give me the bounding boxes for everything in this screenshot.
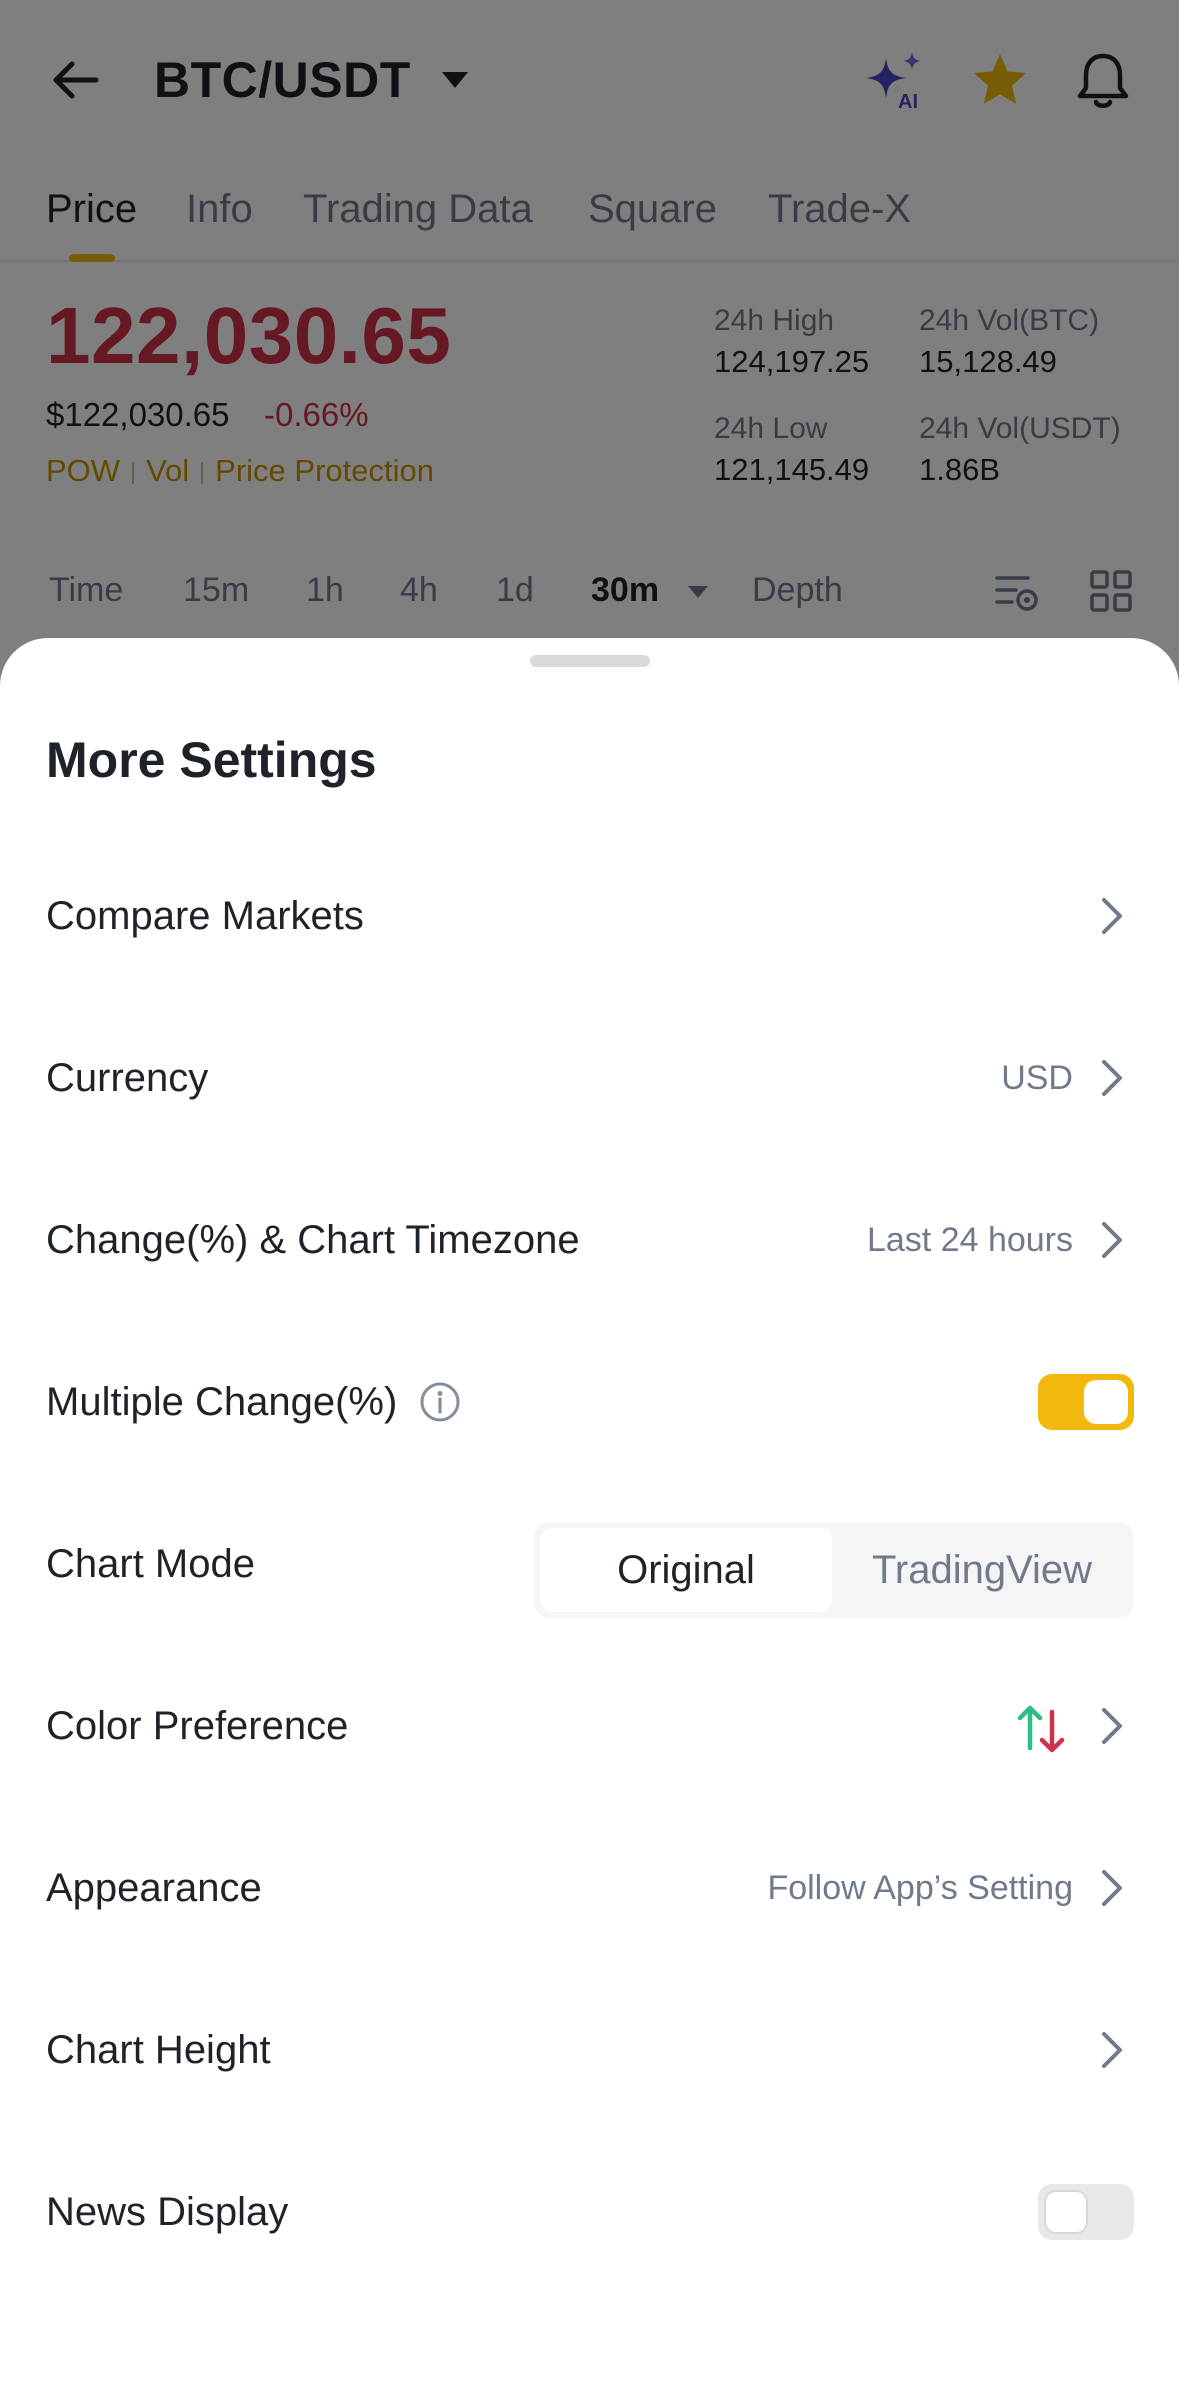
change-timezone-label: Change(%) & Chart Timezone [46, 1218, 580, 1262]
chevron-right-icon [1098, 1868, 1126, 1908]
chart-mode-tradingview[interactable]: TradingView [836, 1528, 1128, 1612]
appearance-label: Appearance [46, 1866, 262, 1910]
info-icon[interactable] [418, 1380, 462, 1424]
toggle-knob [1084, 1380, 1128, 1424]
color-preference-label: Color Preference [46, 1704, 349, 1748]
change-timezone-value: Last 24 hours [866, 1221, 1073, 1259]
row-currency[interactable]: Currency USD [0, 996, 1179, 1158]
appearance-value: Follow App’s Setting [767, 1869, 1073, 1907]
chart-mode-segmented-control: Original TradingView [534, 1522, 1134, 1618]
multiple-change-label: Multiple Change(%) [46, 1380, 398, 1424]
news-display-label: News Display [46, 2190, 289, 2234]
currency-label: Currency [46, 1056, 209, 1100]
chevron-right-icon [1098, 1706, 1126, 1746]
chart-height-label: Chart Height [46, 2028, 271, 2072]
modal-backdrop[interactable] [0, 0, 1179, 700]
more-settings-sheet: More Settings Compare Markets Currency U… [0, 638, 1179, 2396]
toggle-knob [1044, 2190, 1088, 2234]
sheet-title: More Settings [46, 732, 377, 788]
row-color-preference[interactable]: Color Preference [0, 1644, 1179, 1806]
row-change-timezone[interactable]: Change(%) & Chart Timezone Last 24 hours [0, 1158, 1179, 1320]
row-appearance[interactable]: Appearance Follow App’s Setting [0, 1806, 1179, 1968]
sheet-drag-handle[interactable] [530, 655, 650, 667]
row-multiple-change: Multiple Change(%) [0, 1320, 1179, 1482]
row-compare-markets[interactable]: Compare Markets [0, 834, 1179, 996]
row-chart-height[interactable]: Chart Height [0, 1968, 1179, 2130]
row-news-display: News Display [0, 2130, 1179, 2292]
row-chart-mode: Chart Mode Original TradingView [0, 1482, 1179, 1644]
chevron-right-icon [1098, 1058, 1126, 1098]
green-up-red-down-icon [1012, 1702, 1072, 1754]
chevron-right-icon [1098, 1220, 1126, 1260]
chevron-right-icon [1098, 896, 1126, 936]
currency-value: USD [1001, 1059, 1073, 1097]
multiple-change-toggle[interactable] [1038, 1374, 1134, 1430]
compare-markets-label: Compare Markets [46, 894, 364, 938]
news-display-toggle[interactable] [1038, 2184, 1134, 2240]
chart-mode-original[interactable]: Original [540, 1528, 832, 1612]
chevron-right-icon [1098, 2030, 1126, 2070]
chart-mode-label: Chart Mode [46, 1542, 255, 1586]
